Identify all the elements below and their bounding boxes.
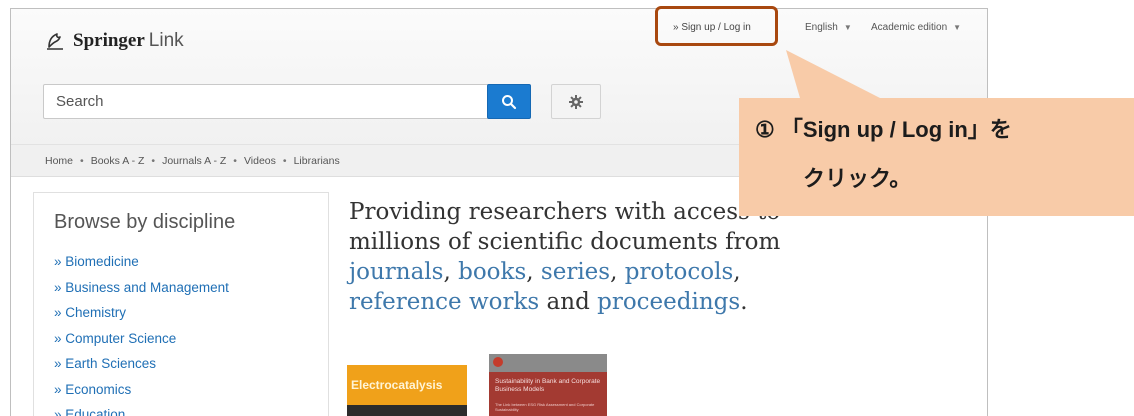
logo-suffix-text: Link [148, 30, 184, 51]
springer-horse-icon [47, 33, 63, 50]
edition-label: Academic edition [871, 22, 948, 33]
nav-separator: • [151, 154, 156, 167]
hero-line-2: millions of scientific documents from [349, 229, 781, 255]
discipline-link-business[interactable]: » Business and Management [54, 275, 229, 301]
browse-discipline-title: Browse by discipline [54, 211, 236, 233]
chevron-down-icon: ▼ [843, 23, 852, 32]
discipline-link-economics[interactable]: » Economics [54, 377, 229, 403]
link-proceedings[interactable]: proceedings [597, 289, 740, 315]
period: . [740, 289, 748, 315]
cover-band [347, 405, 467, 416]
edition-select[interactable]: Academic edition ▼ [871, 22, 961, 33]
search-button[interactable] [487, 84, 531, 119]
hero-and: and [546, 289, 590, 315]
search-input[interactable] [44, 85, 489, 118]
comma: , [443, 259, 451, 285]
publisher-logo-icon [493, 357, 503, 367]
book-cover-sustainability[interactable]: Sustainability in Bank and Corporate Bus… [489, 354, 607, 416]
discipline-link-computer-science[interactable]: » Computer Science [54, 326, 229, 352]
signup-highlight-box [655, 6, 778, 46]
nav-item-journals[interactable]: Journals A - Z [162, 155, 226, 167]
book-title: Electrocatalysis [351, 378, 443, 392]
nav-separator: • [233, 154, 237, 167]
gear-icon [569, 94, 583, 109]
discipline-link-chemistry[interactable]: » Chemistry [54, 300, 229, 326]
nav-item-librarians[interactable]: Librarians [294, 155, 340, 167]
book-subtitle: The Link between ESG Risk Assessment and… [495, 402, 595, 412]
discipline-list: » Biomedicine » Business and Management … [54, 249, 229, 416]
link-series[interactable]: series [541, 259, 610, 285]
springerlink-logo[interactable]: Springer Link [43, 29, 184, 53]
search-icon [502, 94, 517, 109]
comma: , [526, 259, 534, 285]
hero-line-4: reference works and proceedings. [349, 287, 909, 317]
language-label: English [805, 22, 838, 33]
nav-separator: • [80, 154, 84, 167]
browse-discipline-panel: Browse by discipline » Biomedicine » Bus… [33, 192, 329, 416]
callout-step-text: ① 「Sign up / Log in」を [755, 117, 1012, 142]
instruction-callout: ① 「Sign up / Log in」を クリック。 [739, 98, 1134, 216]
nav-item-home[interactable]: Home [45, 155, 73, 167]
link-protocols[interactable]: protocols [625, 259, 734, 285]
discipline-link-education[interactable]: » Education [54, 402, 229, 416]
link-books[interactable]: books [458, 259, 526, 285]
comma: , [733, 259, 741, 285]
search-field [43, 84, 490, 119]
discipline-link-biomedicine[interactable]: » Biomedicine [54, 249, 229, 275]
nav-item-videos[interactable]: Videos [244, 155, 276, 167]
hero-line-3: journals, books, series, protocols, [349, 257, 909, 287]
logo-brand-text: Springer [73, 30, 145, 51]
cover-top-band [489, 354, 607, 372]
book-cover-electrocatalysis[interactable]: Electrocatalysis [347, 365, 467, 416]
link-reference-works[interactable]: reference works [349, 289, 539, 315]
chevron-down-icon: ▼ [953, 23, 962, 32]
comma: , [610, 259, 618, 285]
book-title: Sustainability in Bank and Corporate Bus… [495, 378, 601, 393]
callout-action-text: クリック。 [803, 166, 912, 191]
nav-item-books[interactable]: Books A - Z [91, 155, 145, 167]
nav-separator: • [282, 154, 287, 167]
discipline-link-earth-sciences[interactable]: » Earth Sciences [54, 351, 229, 377]
search-settings-button[interactable] [551, 84, 601, 119]
link-journals[interactable]: journals [349, 259, 443, 285]
language-select[interactable]: English ▼ [805, 22, 852, 33]
